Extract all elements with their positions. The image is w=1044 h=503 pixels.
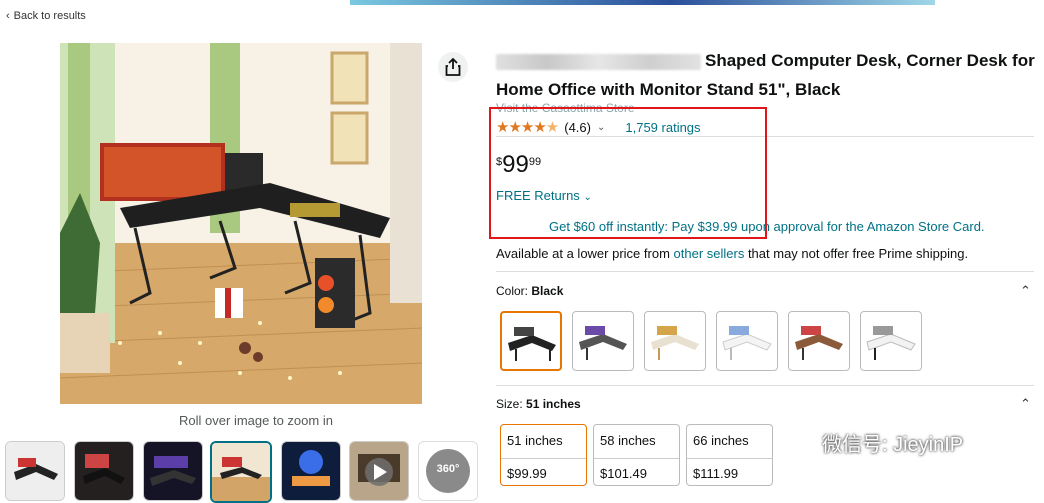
divider [496,271,1034,272]
color-label: Color: Black [496,284,564,298]
wechat-watermark: 微信号: JieyinIP [786,428,963,457]
color-swatch-black[interactable] [500,311,562,371]
thumbnail-5[interactable] [281,441,341,501]
size-label: Size: 51 inches [496,397,581,411]
360-view-thumbnail[interactable]: 360° [418,441,478,501]
size-selected: 51 inches [526,397,581,411]
color-swatch-5[interactable] [788,311,850,371]
size-option-66[interactable]: 66 inches $111.99 [686,424,773,486]
thumbnail-1[interactable] [5,441,65,501]
divider [496,385,1034,386]
share-button[interactable] [438,52,468,82]
top-banner-strip [350,0,935,5]
zoom-hint: Roll over image to zoom in [179,413,333,428]
main-product-image[interactable] [60,43,422,404]
redacted-brand [496,53,701,70]
collapse-color-icon[interactable]: ⌃ [1020,283,1031,299]
thumbnail-3[interactable] [143,441,203,501]
back-label: Back to results [13,10,86,22]
back-to-results-link[interactable]: ‹ Back to results [6,10,86,22]
highlight-annotation-box [489,107,767,239]
video-thumbnail[interactable] [349,441,409,501]
size-option-51[interactable]: 51 inches $99.99 [500,424,587,486]
color-selected: Black [531,284,564,298]
availability-note: Available at a lower price from other se… [496,246,969,261]
thumbnail-2[interactable] [74,441,134,501]
color-swatch-4[interactable] [716,311,778,371]
360-label: 360° [436,463,460,475]
thumbnail-4-selected[interactable] [210,441,272,503]
other-sellers-link[interactable]: other sellers [674,246,745,261]
color-swatch-3[interactable] [644,311,706,371]
wechat-icon [787,431,814,453]
share-icon [445,58,461,76]
color-swatch-2[interactable] [572,311,634,371]
chevron-left-icon: ‹ [6,10,10,22]
collapse-size-icon[interactable]: ⌃ [1020,396,1031,412]
size-option-58[interactable]: 58 inches $101.49 [593,424,680,486]
product-title: Shaped Computer Desk, Corner Desk for Ho… [496,51,1035,99]
color-swatch-6[interactable] [860,311,922,371]
